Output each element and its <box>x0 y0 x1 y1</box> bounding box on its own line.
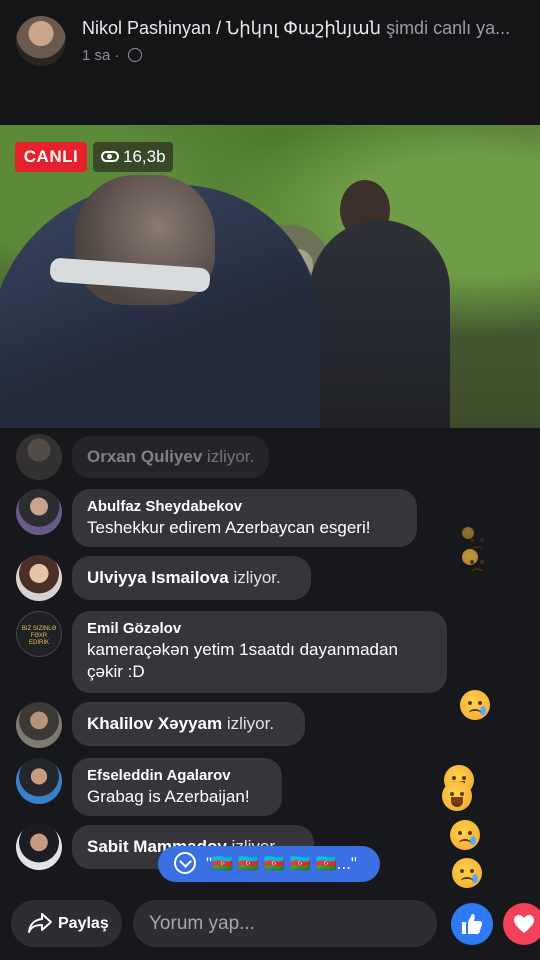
live-status-text: şimdi canlı ya... <box>381 18 511 38</box>
avatar[interactable] <box>16 758 62 804</box>
tear-icon <box>472 874 478 883</box>
comment-bubble: Orxan Quliyev izliyor. <box>72 436 270 478</box>
commenter-name[interactable]: Emil Gözəlov <box>87 619 432 639</box>
new-comment-pill[interactable]: "🇦🇿 🇦🇿 🇦🇿 🇦🇿 🇦🇿..." <box>158 846 380 882</box>
commenter-name[interactable]: Ulviyya Ismailova <box>87 568 229 587</box>
video-person-back <box>310 220 450 428</box>
love-button[interactable] <box>503 903 540 945</box>
avatar[interactable] <box>16 824 62 870</box>
chevron-down-icon <box>174 852 196 874</box>
avatar[interactable] <box>16 434 62 480</box>
comment-bubble: Ulviyya Ismailova izliyor. <box>72 556 311 600</box>
commenter-name[interactable]: Orxan Quliyev <box>87 447 202 466</box>
comment-bubble: Emil Gözəlov kameraçəkən yetim 1saatdı d… <box>72 611 447 693</box>
comment-status: izliyor. <box>202 447 255 466</box>
comment-status: izliyor. <box>228 568 281 587</box>
sad-reaction-icon <box>452 858 482 888</box>
comment-status: izliyor. <box>222 714 275 733</box>
sad-reaction-icon <box>462 549 483 570</box>
tear-icon <box>480 706 486 715</box>
avatar[interactable]: BIZ SIZINLƏ FƏXR EDİRİK <box>16 611 62 657</box>
tear-icon <box>470 836 476 845</box>
page-name[interactable]: Nikol Pashinyan / Նիկոլ Փաշինյան <box>82 18 381 38</box>
bottom-action-bar: Paylaş <box>0 888 540 960</box>
post-time: 1 sa <box>82 47 111 64</box>
comment-text: Teshekkur edirem Azerbaycan esgeri! <box>87 518 371 537</box>
commenter-name[interactable]: Khalilov Xəyyam <box>87 714 222 733</box>
commenter-name[interactable]: Abulfaz Sheydabekov <box>87 497 402 517</box>
video-foreground-person <box>0 175 320 428</box>
sad-reaction-icon <box>462 527 483 548</box>
comment-bubble: Abulfaz Sheydabekov Teshekkur edirem Aze… <box>72 489 417 547</box>
live-badge: CANLI <box>15 142 87 172</box>
share-icon <box>28 913 52 933</box>
page-title[interactable]: Nikol Pashinyan / Նիկոլ Փաշինյան şimdi c… <box>82 18 532 39</box>
viewer-count-badge: 16,3b <box>93 142 173 172</box>
share-label: Paylaş <box>58 915 109 932</box>
comment-input[interactable] <box>133 900 437 947</box>
heart-icon <box>514 915 534 933</box>
avatar[interactable] <box>16 555 62 601</box>
haha-reaction-icon <box>442 781 472 811</box>
comment-bubble: Khalilov Xəyyam izliyor. <box>72 702 305 746</box>
avatar[interactable] <box>16 489 62 535</box>
thumbs-up-icon <box>462 914 483 934</box>
eye-icon <box>101 151 119 162</box>
new-comment-preview: "🇦🇿 🇦🇿 🇦🇿 🇦🇿 🇦🇿..." <box>206 854 357 873</box>
comment-text: kameraçəkən yetim 1saatdı dayanmadan çək… <box>87 640 398 681</box>
page-avatar[interactable] <box>16 16 66 66</box>
comment-feed[interactable]: Orxan Quliyev izliyor. Abulfaz Sheydabek… <box>0 428 540 888</box>
share-button[interactable]: Paylaş <box>11 900 122 947</box>
sad-reaction-icon <box>450 820 480 850</box>
live-header: Nikol Pashinyan / Նիկոլ Փաշինյան şimdi c… <box>0 0 540 125</box>
globe-icon <box>127 48 142 62</box>
post-meta: 1 sa · <box>82 47 142 64</box>
avatar-caption: BIZ SIZINLƏ FƏXR EDİRİK <box>21 626 57 646</box>
comment-text: Grabag is Azerbaijan! <box>87 787 250 806</box>
comment-bubble: Efseleddin Agalarov Grabag is Azerbaijan… <box>72 758 282 816</box>
viewer-count: 16,3b <box>123 147 166 166</box>
commenter-name[interactable]: Efseleddin Agalarov <box>87 766 267 786</box>
like-button[interactable] <box>451 903 493 945</box>
sad-reaction-icon <box>460 690 490 720</box>
avatar[interactable] <box>16 702 62 748</box>
